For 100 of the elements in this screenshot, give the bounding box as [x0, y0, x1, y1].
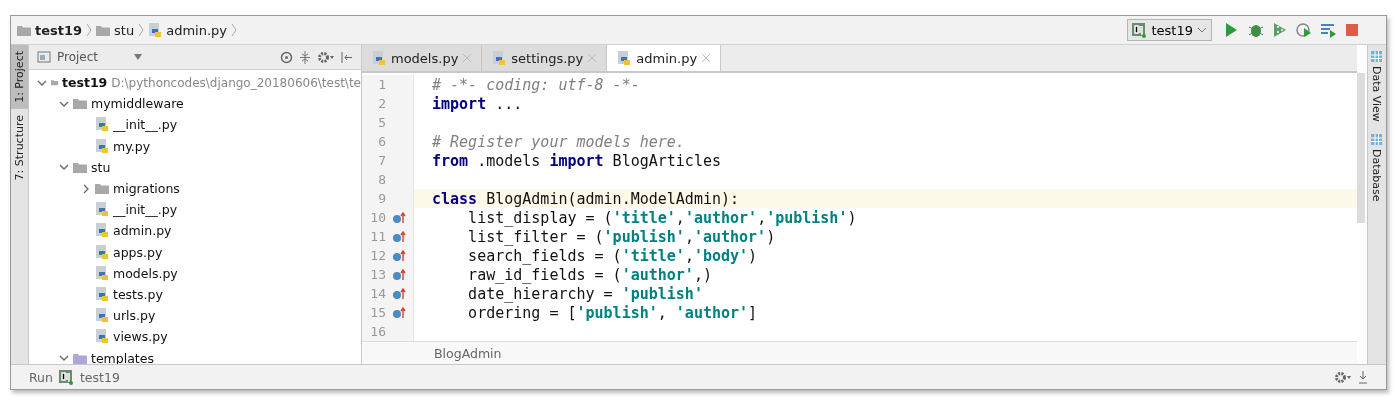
editor-tab[interactable]: settings.py: [482, 45, 608, 71]
code-line: # Register your models here.: [431, 132, 685, 151]
tool-window-tab[interactable]: 1: Project: [11, 45, 28, 109]
override-icon[interactable]: [392, 287, 406, 300]
tree-item[interactable]: migrations: [113, 181, 180, 197]
breadcrumb-item[interactable]: admin.py: [166, 22, 227, 38]
override-icon[interactable]: [392, 268, 406, 281]
python-file-icon: [95, 286, 109, 302]
tree-item[interactable]: test19: [62, 75, 108, 91]
override-icon[interactable]: [392, 211, 406, 224]
line-number: 1: [377, 77, 386, 92]
line-number: 6: [377, 134, 386, 149]
project-path: D:\pythoncodes\django_20180606\test\te: [111, 75, 361, 90]
python-file-icon: [95, 223, 109, 239]
line-number: 5: [377, 115, 386, 130]
table-icon: [1371, 133, 1382, 145]
template-folder-icon: [73, 352, 87, 364]
tool-window-tab[interactable]: Database: [1368, 127, 1385, 208]
python-file-icon: [95, 202, 109, 218]
code-line: import ...: [431, 94, 523, 113]
tree-item[interactable]: stu: [91, 159, 111, 175]
chevron-right-icon: [138, 23, 145, 37]
line-number: 16: [369, 324, 386, 339]
python-file-icon: [95, 244, 109, 260]
line-number: 7: [377, 153, 386, 168]
code-line: # -*- coding: utf-8 -*-: [431, 75, 640, 94]
code-line: search_fields = ('title','body'): [467, 246, 758, 265]
tool-window-tab[interactable]: Data View: [1368, 45, 1385, 128]
override-icon[interactable]: [392, 230, 406, 243]
python-file-icon: [95, 138, 109, 154]
tree-item[interactable]: views.py: [113, 329, 168, 345]
override-icon[interactable]: [392, 306, 406, 319]
run-label[interactable]: Run: [29, 369, 53, 385]
stop-icon[interactable]: [1344, 22, 1360, 38]
tree-item[interactable]: __init__.py: [113, 202, 178, 218]
project-icon: [37, 51, 51, 63]
tree-item[interactable]: admin.py: [113, 223, 172, 239]
profile-icon[interactable]: [1296, 22, 1312, 38]
code-line: ordering = ['publish', 'author']: [467, 303, 758, 322]
table-icon: [1371, 51, 1382, 62]
editor-tab[interactable]: models.py: [362, 45, 483, 71]
python-file-icon: [95, 265, 109, 281]
bug-icon[interactable]: [1248, 22, 1264, 38]
django-icon: [58, 369, 74, 385]
line-number: 13: [369, 267, 386, 282]
run-configuration-dropdown[interactable]: test19: [1127, 19, 1212, 41]
caret-icon: [1197, 26, 1207, 34]
line-number: 14: [369, 286, 386, 301]
chevron-right-icon[interactable]: [81, 183, 91, 194]
collapse-icon[interactable]: [299, 50, 311, 64]
code-line: date_hierarchy = 'publish': [467, 284, 703, 303]
python-file-icon: [617, 50, 632, 66]
tree-item[interactable]: mymiddleware: [91, 96, 184, 112]
tree-item[interactable]: tests.py: [113, 286, 163, 302]
breadcrumb-item[interactable]: stu: [114, 22, 135, 38]
target-icon[interactable]: [280, 50, 293, 64]
line-number: 10: [369, 210, 386, 225]
tree-item[interactable]: my.py: [113, 138, 151, 154]
python-file-icon: [148, 22, 163, 38]
tree-item[interactable]: urls.py: [113, 308, 156, 324]
tree-item[interactable]: apps.py: [113, 244, 163, 260]
override-icon[interactable]: [392, 249, 406, 262]
code-line: list_filter = ('publish','author'): [467, 227, 776, 246]
python-file-icon: [95, 308, 109, 324]
code-line: raw_id_fields = ('author',): [467, 265, 712, 284]
python-file-icon: [492, 50, 507, 66]
line-number: 9: [377, 191, 386, 206]
settings-icon[interactable]: [1334, 370, 1352, 384]
python-file-icon: [95, 117, 109, 133]
line-number: 8: [377, 172, 386, 187]
panel-title[interactable]: Project: [57, 50, 99, 64]
python-file-icon: [372, 50, 386, 66]
folder-icon: [73, 98, 87, 110]
django-icon: [1132, 22, 1148, 38]
tree-item[interactable]: __init__.py: [113, 117, 178, 133]
chevron-right-icon: [231, 23, 237, 37]
python-file-icon: [95, 329, 109, 345]
chevron-right-icon: [86, 23, 93, 37]
code-line: from .models import BlogArticles: [431, 151, 721, 170]
dropdown-icon[interactable]: [134, 54, 143, 60]
run-config-name[interactable]: test19: [79, 369, 120, 385]
coverage-icon[interactable]: [1272, 22, 1288, 38]
code-breadcrumb[interactable]: BlogAdmin: [434, 345, 502, 361]
hide-panel-icon[interactable]: [1358, 370, 1368, 384]
code-line: list_display = ('title','author','publish'): [467, 208, 857, 227]
settings-icon[interactable]: [317, 50, 335, 64]
hide-panel-icon[interactable]: [341, 50, 353, 64]
tool-window-tab[interactable]: 7: Structure: [11, 108, 28, 187]
scrollbar[interactable]: [1357, 73, 1365, 223]
line-number: 11: [369, 229, 386, 244]
line-number: 15: [369, 305, 386, 320]
folder-icon: [73, 161, 87, 173]
folder-icon: [96, 24, 111, 36]
breadcrumb-item[interactable]: test19: [35, 22, 83, 38]
editor-tab[interactable]: admin.py: [607, 45, 722, 71]
list-run-icon[interactable]: [1320, 22, 1336, 38]
tree-item[interactable]: models.py: [113, 265, 178, 281]
code-line: class BlogAdmin(admin.ModelAdmin):: [431, 189, 740, 208]
line-number: 12: [369, 248, 386, 263]
folder-icon: [95, 183, 109, 195]
